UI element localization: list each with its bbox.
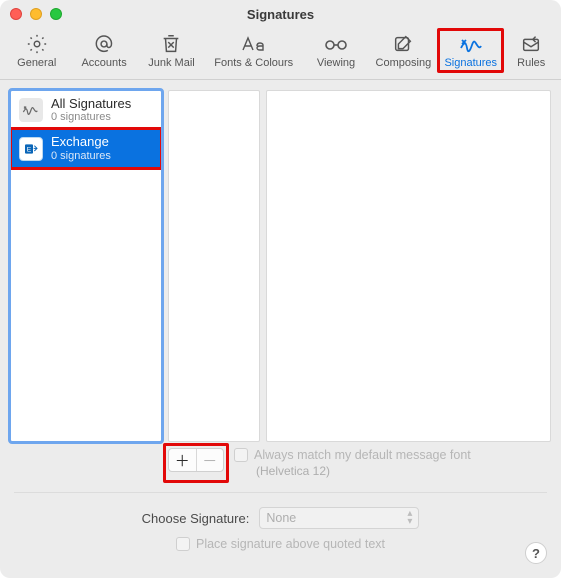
tab-general[interactable]: General (6, 30, 67, 71)
tab-label: Accounts (81, 57, 126, 69)
choose-signature-value: None (266, 511, 296, 525)
account-name: Exchange (51, 135, 111, 149)
account-sub: 0 signatures (51, 150, 111, 162)
account-item-all[interactable]: All Signatures 0 signatures (11, 91, 161, 129)
compose-icon (392, 33, 414, 55)
chevrons-updown-icon: ▴▾ (407, 510, 412, 526)
trash-icon (160, 33, 182, 55)
tab-signatures[interactable]: Signatures (440, 30, 501, 71)
match-font-row: Always match my default message font (234, 448, 551, 462)
match-font-label: Always match my default message font (254, 448, 471, 462)
svg-text:E: E (27, 146, 32, 153)
add-signature-button[interactable]: ＋ (169, 449, 196, 471)
toolbar: General Accounts Junk Mail Fonts & Colou… (0, 28, 561, 80)
separator (14, 492, 547, 493)
tab-label: Viewing (317, 57, 355, 69)
window-title: Signatures (0, 7, 561, 22)
choose-signature-label: Choose Signature: (142, 511, 250, 526)
account-item-exchange[interactable]: E Exchange 0 signatures (11, 129, 161, 167)
tab-label: Signatures (444, 57, 497, 69)
match-font-checkbox[interactable] (234, 448, 248, 462)
tab-composing[interactable]: Composing (373, 30, 434, 71)
tab-accounts[interactable]: Accounts (73, 30, 134, 71)
tab-label: Rules (517, 57, 545, 69)
fonts-icon (239, 33, 269, 55)
below-panels: ＋ － Always match my default message font… (10, 442, 551, 478)
signature-list[interactable] (168, 90, 260, 442)
place-above-row: Place signature above quoted text (10, 537, 551, 551)
place-above-checkbox[interactable] (176, 537, 190, 551)
choose-signature-row: Choose Signature: None ▴▾ (10, 507, 551, 529)
choose-signature-select[interactable]: None ▴▾ (259, 507, 419, 529)
signature-icon (19, 98, 43, 122)
tab-label: Composing (376, 57, 432, 69)
titlebar: Signatures (0, 0, 561, 28)
tab-viewing[interactable]: Viewing (305, 30, 366, 71)
plus-minus: ＋ － (168, 448, 224, 472)
tab-fonts-colours[interactable]: Fonts & Colours (208, 30, 299, 71)
gear-icon (26, 33, 48, 55)
plus-minus-group: ＋ － (168, 448, 224, 478)
tab-rules[interactable]: Rules (507, 30, 555, 71)
tab-label: Junk Mail (148, 57, 194, 69)
account-sub: 0 signatures (51, 111, 131, 123)
rules-icon (520, 33, 542, 55)
place-above-label: Place signature above quoted text (196, 537, 385, 551)
remove-signature-button[interactable]: － (197, 449, 224, 471)
account-text: Exchange 0 signatures (51, 135, 111, 161)
font-note: (Helvetica 12) (234, 464, 551, 478)
account-list[interactable]: All Signatures 0 signatures E Exchange 0… (10, 90, 162, 442)
preferences-window: Signatures General Accounts Junk Mail F (0, 0, 561, 578)
glasses-icon (323, 33, 349, 55)
signature-editor[interactable] (266, 90, 551, 442)
account-name: All Signatures (51, 97, 131, 111)
exchange-icon: E (19, 137, 43, 161)
panels: All Signatures 0 signatures E Exchange 0… (10, 90, 551, 442)
tab-label: Fonts & Colours (214, 57, 293, 69)
right-options: Always match my default message font (He… (230, 448, 551, 478)
account-text: All Signatures 0 signatures (51, 97, 131, 123)
content-area: All Signatures 0 signatures E Exchange 0… (0, 80, 561, 578)
tab-junk-mail[interactable]: Junk Mail (141, 30, 202, 71)
help-button[interactable]: ? (525, 542, 547, 564)
at-icon (93, 33, 115, 55)
tab-label: General (17, 57, 56, 69)
signature-icon (458, 33, 484, 55)
